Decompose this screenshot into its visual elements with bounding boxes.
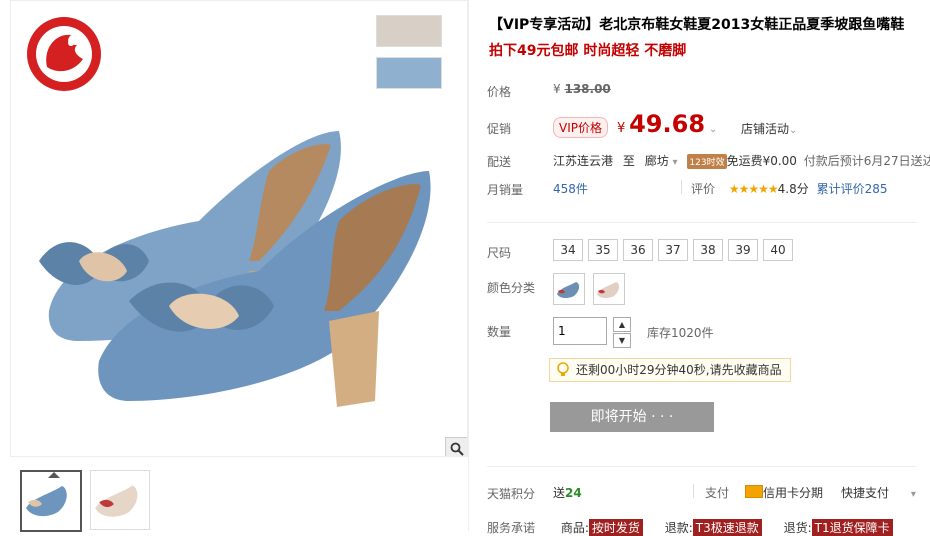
thumbnail-strip <box>10 464 466 532</box>
free-shipping: 免运费¥0.00 <box>726 154 797 168</box>
original-price-value: 138.00 <box>564 82 611 96</box>
chevron-down-icon: ⌄ <box>789 125 798 136</box>
section-divider <box>487 466 917 467</box>
service-goods: 商品: <box>560 521 589 535</box>
points-number: 24 <box>565 486 582 500</box>
fast-pay[interactable]: 快捷支付 ▾ <box>841 484 916 501</box>
shipping-row: 江苏连云港 至 廊坊 ▾ 123时效 免运费¥0.00 付款后预计6月27日送达 <box>553 152 930 169</box>
cumulative-reviews-link[interactable]: 累计评价285 <box>817 182 888 196</box>
caret-down-icon: ▾ <box>910 489 916 500</box>
promo-price: ¥ 49.68 ⌄ <box>617 110 717 138</box>
service-refund-tag[interactable]: T3极速退款 <box>692 519 762 536</box>
shoe-illustration <box>39 131 431 407</box>
payment-label: 支付 <box>705 486 730 500</box>
shipping-label: 配送 <box>487 155 512 169</box>
color-option-blue[interactable] <box>553 273 585 305</box>
thumbnail-beige-image <box>95 485 138 517</box>
points-label: 天猫积分 <box>487 487 536 501</box>
star-rating: ★★★★★ <box>728 182 779 196</box>
size-option-35[interactable]: 35 <box>588 239 618 261</box>
fast-pay-label: 快捷支付 <box>841 486 890 500</box>
divider <box>693 484 694 498</box>
product-subtitle: 拍下49元包邮 时尚超轻 不磨脚 <box>489 43 687 59</box>
promo-label: 促销 <box>487 122 512 136</box>
points-prefix: 送 <box>553 486 566 500</box>
rating-row: 评价 ★★★★★4.8分 累计评价285 <box>691 180 887 197</box>
vip-price-badge: VIP价格 <box>553 117 608 138</box>
section-divider <box>487 222 917 223</box>
color-label: 颜色分类 <box>487 281 536 295</box>
countdown-notice: 还剩00小时29分钟40秒,请先收藏商品 <box>549 358 791 382</box>
size-option-37[interactable]: 37 <box>658 239 688 261</box>
promo-price-value: 49.68 <box>629 110 706 138</box>
ship-from: 江苏连云港 <box>553 154 614 168</box>
currency-symbol: ¥ <box>553 82 561 96</box>
shop-activity-dropdown[interactable]: 店铺活动⌄ <box>741 120 797 137</box>
monthly-sales-label: 月销量 <box>487 183 524 197</box>
service-goods-tag[interactable]: 按时发货 <box>588 519 643 536</box>
rating-label: 评价 <box>691 182 716 196</box>
active-indicator <box>48 472 60 478</box>
size-option-40[interactable]: 40 <box>763 239 793 261</box>
shop-activity-label: 店铺活动 <box>741 122 790 136</box>
quantity-input[interactable] <box>553 317 607 345</box>
points-value: 送24 <box>553 484 582 501</box>
credit-installment[interactable]: 信用卡分期 <box>763 484 823 501</box>
color-beige-image <box>597 282 620 299</box>
service-refund: 退款: <box>664 521 693 535</box>
chevron-down-icon[interactable]: ⌄ <box>709 124 717 135</box>
thumbnail-beige[interactable] <box>90 470 150 530</box>
rating-score: 4.8分 <box>777 182 809 196</box>
stock-count: 库存1020件 <box>647 326 714 340</box>
swatch-beige[interactable] <box>376 15 442 47</box>
product-title: 【VIP专享活动】老北京布鞋女鞋夏2013女鞋正品夏季坡跟鱼嘴鞋 <box>489 17 905 33</box>
product-info-panel: 【VIP专享活动】老北京布鞋女鞋夏2013女鞋正品夏季坡跟鱼嘴鞋 拍下49元包邮… <box>468 0 930 536</box>
service-label: 服务承诺 <box>487 521 536 535</box>
ship-destination-text: 廊坊 <box>644 154 669 168</box>
ship-to-word: 至 <box>622 154 635 168</box>
countdown-text: 还剩00小时29分钟40秒,请先收藏商品 <box>576 363 782 377</box>
size-option-39[interactable]: 39 <box>728 239 758 261</box>
color-option-beige[interactable] <box>593 273 625 305</box>
size-option-36[interactable]: 36 <box>623 239 653 261</box>
ship-destination[interactable]: 廊坊 ▾ <box>645 154 678 168</box>
thumbnail-blue-image <box>26 486 67 517</box>
size-label: 尺码 <box>487 246 512 260</box>
divider <box>681 180 682 194</box>
logo-icon <box>27 17 101 91</box>
swatch-blue[interactable] <box>376 57 442 89</box>
service-return: 退货: <box>783 521 812 535</box>
main-product-image[interactable] <box>10 0 468 457</box>
product-gallery <box>10 0 468 532</box>
credit-card-icon <box>745 485 763 498</box>
timely-badge: 123时效 <box>687 154 727 169</box>
size-option-34[interactable]: 34 <box>553 239 583 261</box>
quantity-label: 数量 <box>487 325 512 339</box>
coming-soon-button[interactable]: 即将开始 · · · <box>550 402 714 432</box>
price-label: 价格 <box>487 85 512 99</box>
bulb-icon <box>557 362 569 376</box>
zoom-icon[interactable] <box>445 437 467 456</box>
original-price: ¥ 138.00 <box>553 82 611 96</box>
quantity-increase-button[interactable]: ▲ <box>613 317 631 332</box>
color-blue-image <box>557 282 580 299</box>
caret-down-icon: ▾ <box>672 157 678 168</box>
service-return-tag[interactable]: T1退货保障卡 <box>811 519 893 536</box>
service-commitments: 服务承诺 商品: 按时发货 退款: T3极速退款 退货: T1退货保障卡 <box>487 519 893 536</box>
thumbnail-blue[interactable] <box>20 470 82 532</box>
promo-currency: ¥ <box>617 121 626 136</box>
monthly-sales-count: 458件 <box>553 182 588 196</box>
quantity-decrease-button[interactable]: ▼ <box>613 333 631 348</box>
size-option-38[interactable]: 38 <box>693 239 723 261</box>
eta-text: 付款后预计6月27日送达 <box>803 154 930 168</box>
